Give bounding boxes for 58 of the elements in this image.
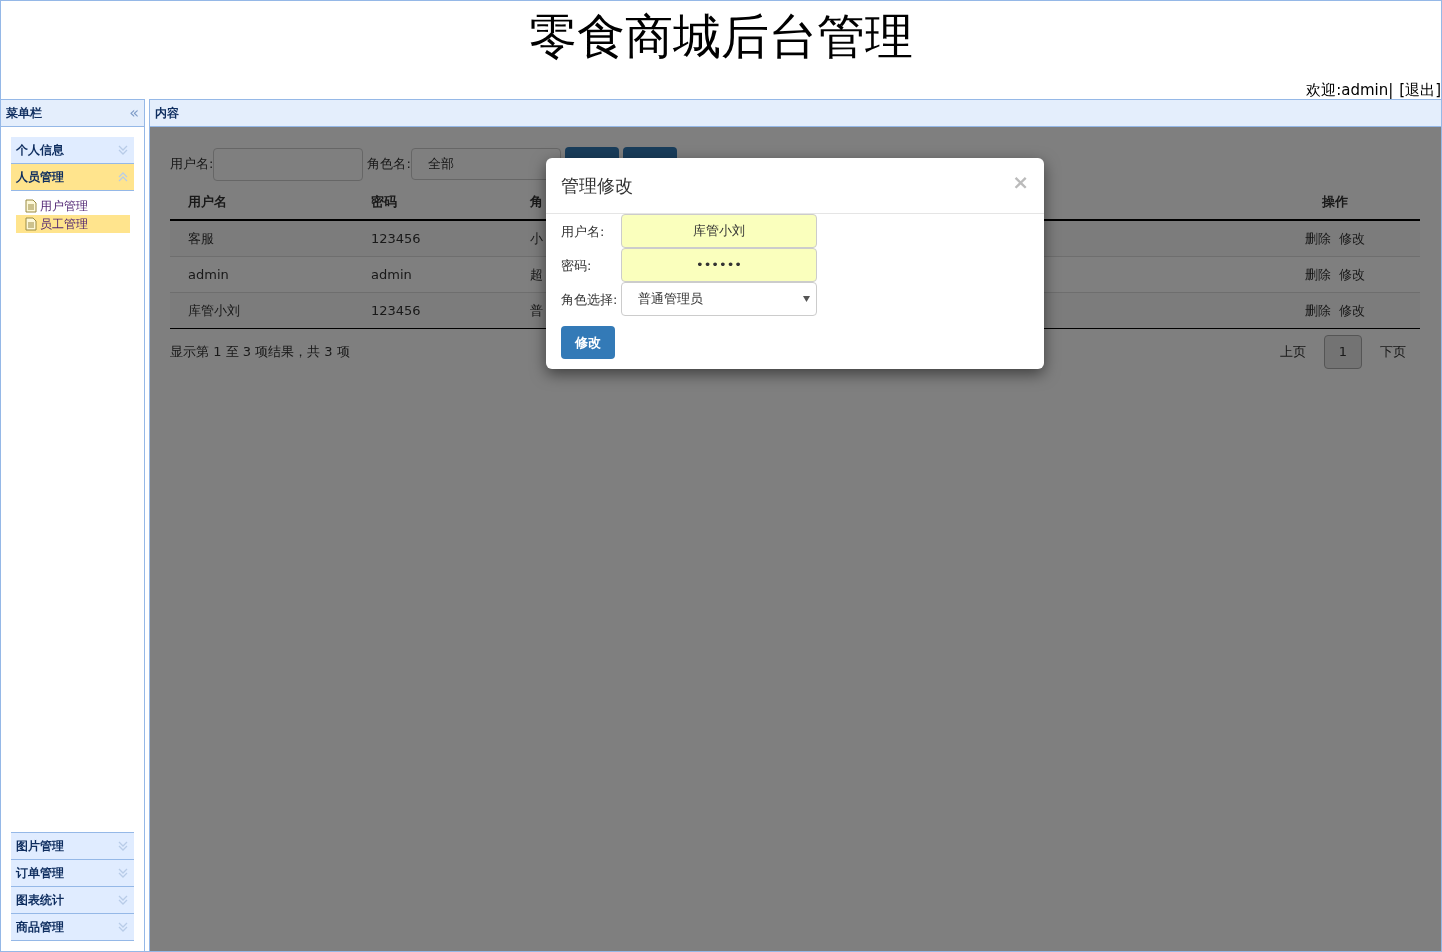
prev-page-link[interactable]: 上页 bbox=[1280, 342, 1306, 362]
accordion-header[interactable]: 商品管理 bbox=[11, 914, 134, 941]
input-field[interactable] bbox=[213, 147, 364, 181]
tree-item[interactable]: 用户管理 bbox=[16, 197, 130, 215]
table-cell: 普 bbox=[530, 302, 543, 318]
submit-button[interactable]: 修改 bbox=[561, 326, 615, 359]
table-cell: admin bbox=[188, 266, 229, 282]
action-link[interactable]: 修改 bbox=[1339, 228, 1365, 249]
action-link[interactable]: 删除 bbox=[1305, 264, 1331, 285]
panel-title: 菜单栏 bbox=[6, 105, 42, 122]
chevron-up-icon[interactable] bbox=[117, 171, 129, 183]
input-field[interactable]: 库管小刘 bbox=[621, 214, 817, 248]
field-label: 角色选择: bbox=[561, 291, 619, 309]
column-header: 密码 bbox=[371, 194, 397, 210]
chevron-down-icon[interactable] bbox=[117, 840, 129, 852]
result-summary: 显示第 1 至 3 项结果，共 3 项 bbox=[170, 343, 350, 362]
table-cell: 123456 bbox=[371, 230, 421, 246]
input-field[interactable]: •••••• bbox=[621, 248, 817, 282]
action-link[interactable]: 删除 bbox=[1305, 228, 1331, 249]
accordion-header[interactable]: 图片管理 bbox=[11, 833, 134, 860]
field-label: 角色名: bbox=[367, 155, 411, 174]
table-cell: 库管小刘 bbox=[188, 302, 240, 318]
column-header: 用户名 bbox=[188, 194, 227, 210]
chevron-down-icon[interactable] bbox=[117, 921, 129, 933]
collapse-button[interactable]: « bbox=[129, 105, 139, 121]
welcome-text: 欢迎:admin| bbox=[1306, 81, 1394, 99]
action-link[interactable]: 删除 bbox=[1305, 300, 1331, 321]
action-link[interactable]: 修改 bbox=[1339, 264, 1365, 285]
next-page-link[interactable]: 下页 bbox=[1380, 342, 1406, 362]
tree-item[interactable]: 员工管理 bbox=[16, 215, 130, 233]
table-cell: 客服 bbox=[188, 230, 214, 246]
column-header: 角 bbox=[530, 194, 543, 210]
accordion-header[interactable]: 订单管理 bbox=[11, 860, 134, 887]
table-cell: 123456 bbox=[371, 302, 421, 318]
field-label: 用户名: bbox=[561, 223, 606, 241]
table-cell: 小 bbox=[530, 230, 543, 246]
panel-title: 内容 bbox=[155, 105, 179, 122]
page-button[interactable]: 1 bbox=[1324, 335, 1362, 369]
chevron-down-icon[interactable] bbox=[117, 894, 129, 906]
dropdown-arrow-icon bbox=[803, 296, 810, 302]
accordion-header[interactable]: 图表统计 bbox=[11, 887, 134, 914]
accordion-header[interactable]: 人员管理 bbox=[11, 164, 134, 191]
logout-link[interactable]: [退出] bbox=[1399, 81, 1441, 99]
accordion-header[interactable]: 个人信息 bbox=[11, 137, 134, 164]
action-link[interactable]: 修改 bbox=[1339, 300, 1365, 321]
select-field[interactable]: 全部 bbox=[410, 148, 561, 180]
file-icon bbox=[24, 199, 38, 213]
field-label: 用户名: bbox=[170, 155, 214, 174]
table-cell: admin bbox=[371, 266, 412, 282]
field-label: 密码: bbox=[561, 257, 593, 275]
modal-title: 管理修改 bbox=[561, 174, 633, 198]
select-field[interactable]: 普通管理员 bbox=[621, 282, 817, 316]
table-cell: 超 bbox=[530, 266, 543, 282]
chevron-down-icon[interactable] bbox=[117, 144, 129, 156]
chevron-down-icon[interactable] bbox=[117, 867, 129, 879]
page-title: 零食商城后台管理 bbox=[529, 7, 913, 65]
file-icon bbox=[24, 217, 38, 231]
column-header: 操作 bbox=[1322, 194, 1348, 210]
